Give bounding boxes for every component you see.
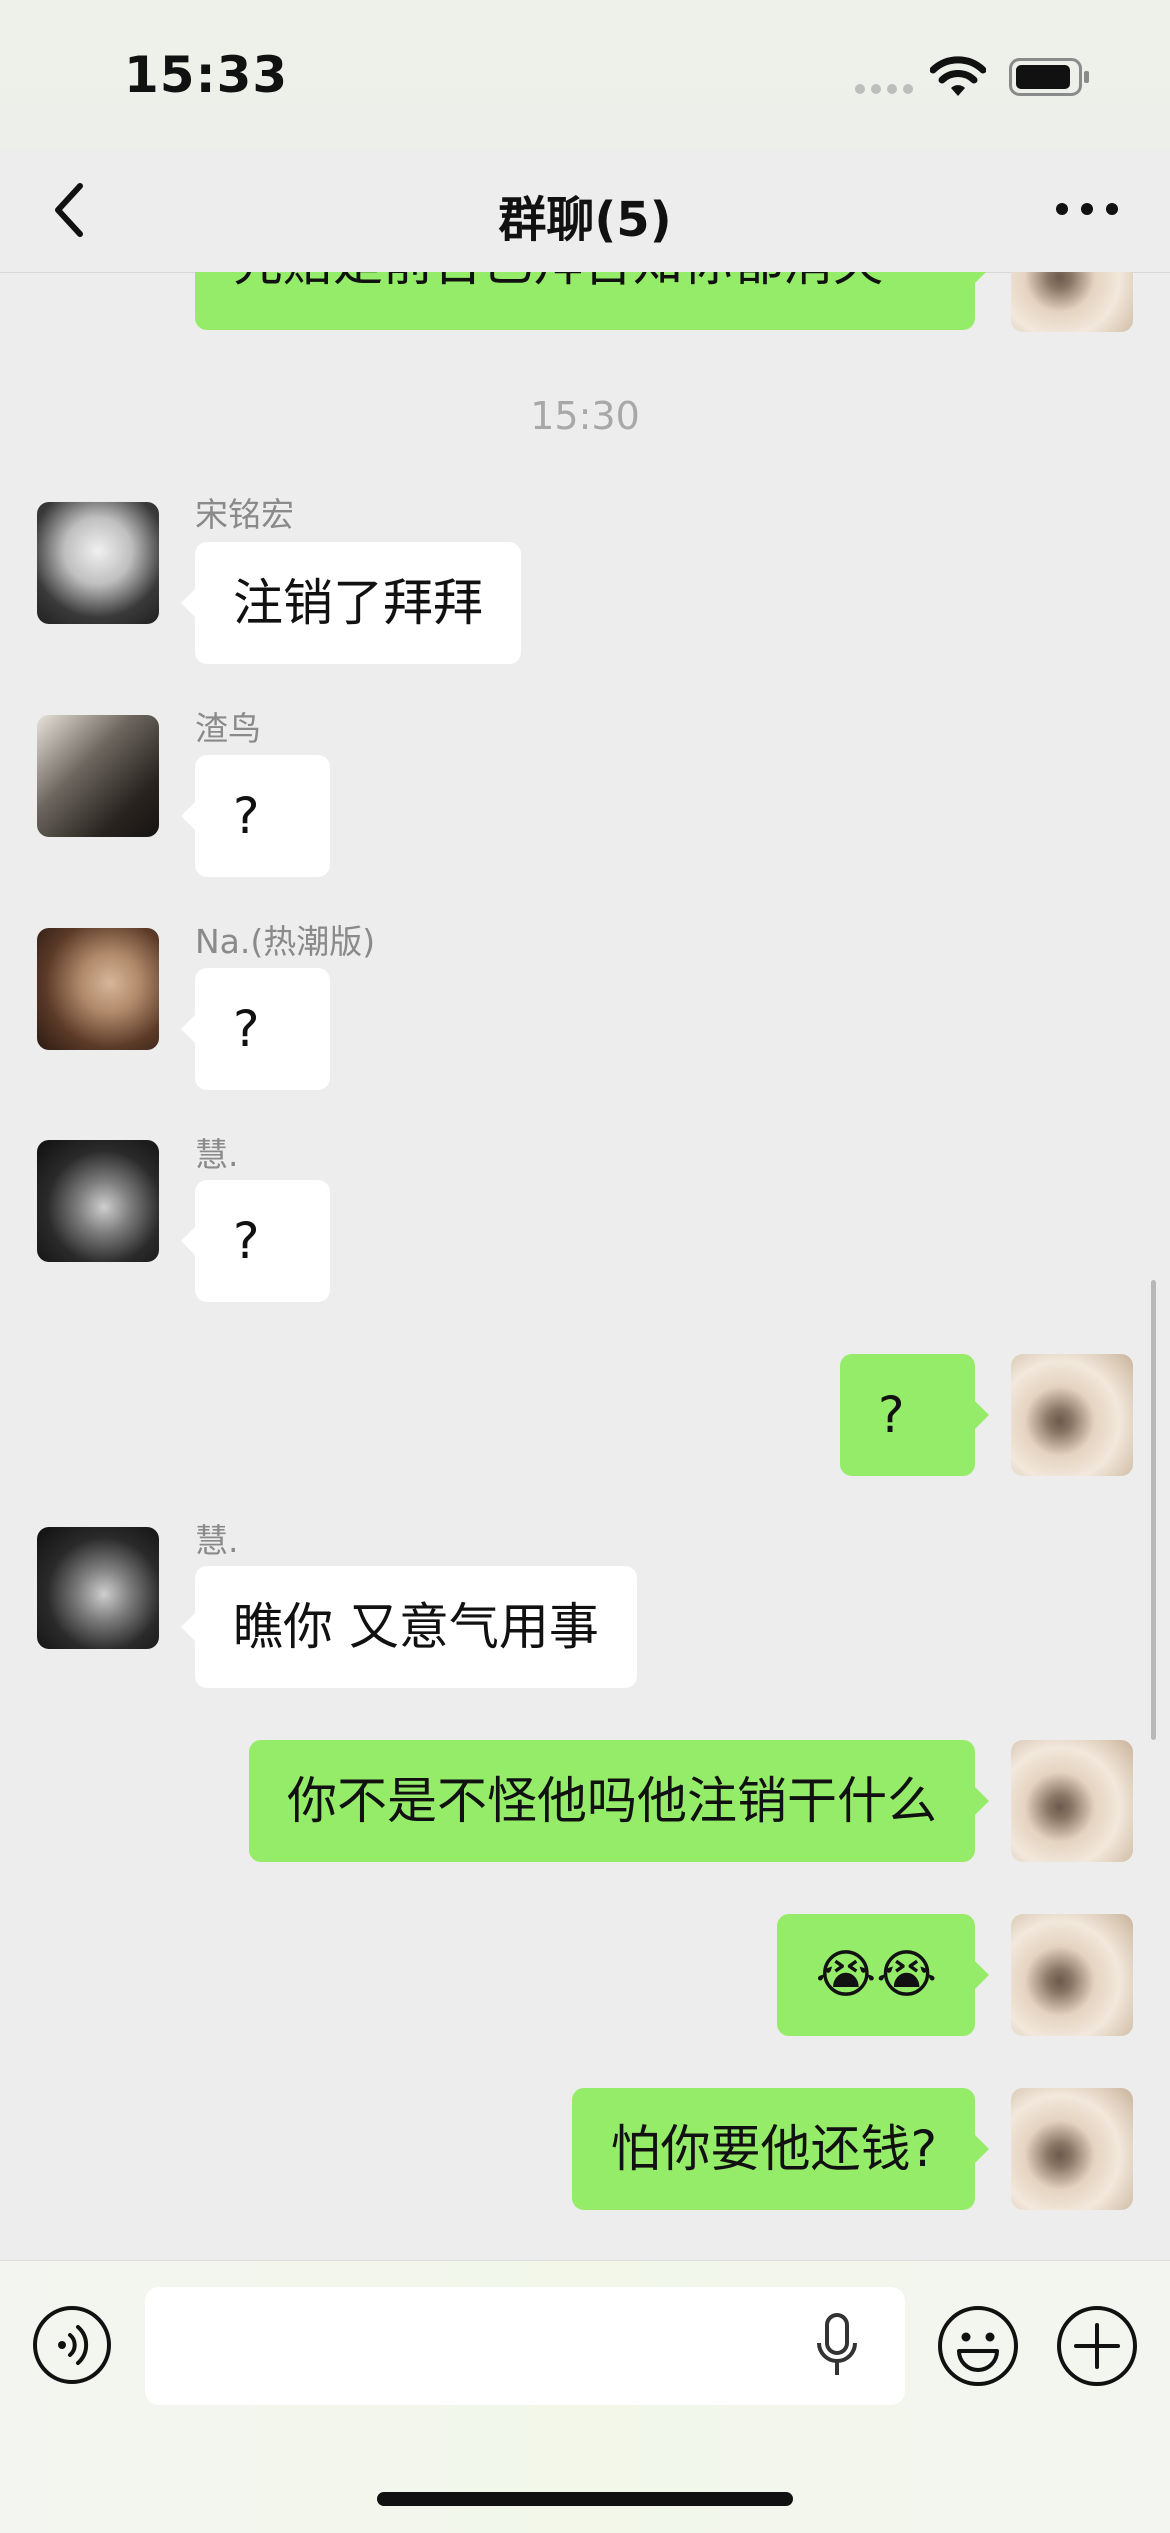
cellular-dots-icon (855, 84, 915, 96)
chat-area[interactable]: 先赔是前台已拜告知你都消失 15:30 宋铭宏 注销了拜拜 渣鸟 ? Na.(热… (0, 272, 1170, 2260)
puppy-avatar[interactable] (1011, 1914, 1133, 2036)
puppy-avatar[interactable] (1011, 272, 1133, 332)
message-bubble[interactable]: 怕你要他还钱? (572, 2088, 989, 2210)
plus-circle-icon[interactable] (1056, 2305, 1138, 2387)
message-bubble[interactable]: 注销了拜拜 (181, 542, 521, 664)
scrollbar[interactable] (1151, 1280, 1156, 1740)
puppy-avatar[interactable] (1011, 1354, 1133, 1476)
dark-photo-avatar[interactable] (37, 715, 159, 837)
home-indicator (377, 2492, 793, 2506)
status-time: 15:33 (124, 46, 289, 104)
battery-icon (1009, 58, 1089, 96)
message-bubble[interactable]: ? (181, 1180, 330, 1302)
boy-photo-avatar[interactable] (37, 928, 159, 1050)
wifi-icon (930, 56, 986, 96)
message-bubble[interactable]: 瞧你 又意气用事 (181, 1566, 637, 1688)
sender-name: 慧. (195, 1521, 239, 1560)
sender-name: Na.(热潮版) (195, 922, 376, 961)
smiley-face-icon[interactable] (937, 2305, 1019, 2387)
message-bubble[interactable]: 你不是不怪他吗他注销干什么 (249, 1740, 989, 1862)
message-input[interactable] (145, 2287, 905, 2405)
anime-avatar[interactable] (37, 502, 159, 624)
girl-photo-avatar[interactable] (37, 1140, 159, 1262)
time-divider: 15:30 (530, 394, 640, 438)
message-bubble[interactable]: ? (181, 755, 330, 877)
nav-bar: 群聊(5) (0, 150, 1170, 273)
sender-name: 宋铭宏 (195, 495, 294, 534)
message-bubble[interactable]: ? (181, 968, 330, 1090)
puppy-avatar[interactable] (1011, 2088, 1133, 2210)
sender-name: 慧. (195, 1135, 239, 1174)
puppy-avatar[interactable] (1011, 1740, 1133, 1862)
message-bubble[interactable]: 😭😭 (777, 1914, 989, 2036)
message-bubble[interactable]: 先赔是前台已拜告知你都消失 (195, 272, 989, 330)
message-bubble[interactable]: ? (840, 1354, 989, 1476)
status-bar: 15:33 (0, 0, 1170, 150)
sender-name: 渣鸟 (195, 709, 261, 748)
input-bar (0, 2260, 1170, 2533)
microphone-icon[interactable] (815, 2313, 859, 2379)
voice-mode-icon[interactable] (32, 2305, 112, 2385)
more-dots-icon[interactable] (1052, 194, 1122, 224)
girl-photo-avatar[interactable] (37, 1527, 159, 1649)
chat-title: 群聊(5) (498, 192, 672, 248)
